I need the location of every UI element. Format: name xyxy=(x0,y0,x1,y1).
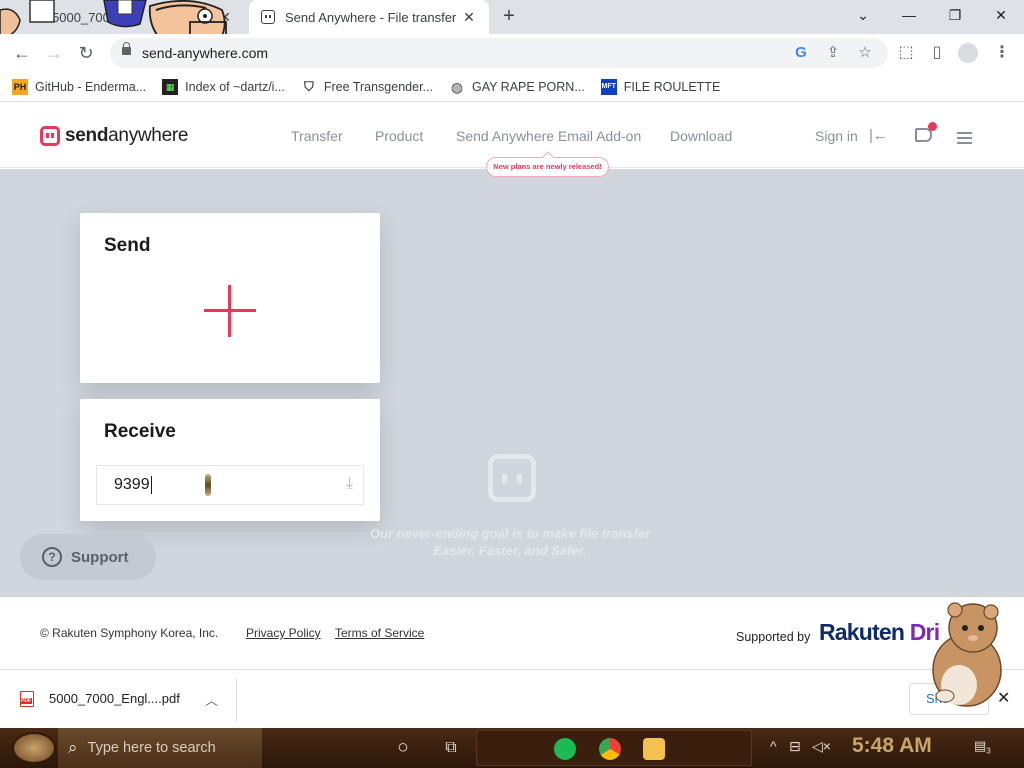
mouse-cursor-icon xyxy=(205,474,211,496)
search-placeholder: Type here to search xyxy=(87,740,216,756)
bookmark-item[interactable]: ◍ GAY RAPE PORN... xyxy=(449,79,585,95)
sign-in-icon[interactable]: |← xyxy=(869,127,888,144)
sign-in-link[interactable]: Sign in xyxy=(815,128,858,144)
reload-icon[interactable]: ↻ xyxy=(71,38,101,68)
receive-card: Receive 9399 ⤓ xyxy=(80,399,380,521)
nav-download[interactable]: Download xyxy=(670,128,732,144)
google-lens-icon[interactable]: G xyxy=(792,44,810,62)
bookmark-item[interactable]: ⛉ Free Transgender... xyxy=(301,79,433,95)
add-file-plus-icon[interactable] xyxy=(204,285,256,337)
sendanywhere-favicon-icon xyxy=(261,10,275,24)
nav-transfer[interactable]: Transfer xyxy=(291,128,343,144)
forward-icon[interactable]: → xyxy=(39,38,69,68)
tab-title: Send Anywhere - File transfer xyxy=(285,9,457,25)
tagline: Our never-ending goal is to make file tr… xyxy=(369,526,651,558)
file-explorer-icon[interactable] xyxy=(643,738,665,760)
lock-icon[interactable] xyxy=(122,42,131,55)
globe-icon: ◍ xyxy=(450,78,464,95)
bookmark-label: GAY RAPE PORN... xyxy=(471,79,585,94)
start-button[interactable] xyxy=(12,732,56,764)
send-card[interactable]: Send xyxy=(80,213,380,383)
mft-icon: MFT xyxy=(600,78,617,95)
taskbar-search[interactable]: ⌕ Type here to search xyxy=(58,728,262,768)
nav-product[interactable]: Product xyxy=(375,128,423,144)
volume-muted-icon[interactable]: ◁× xyxy=(812,738,831,755)
supported-by-text: Supported by xyxy=(736,630,811,644)
nav-email-addon[interactable]: Send Anywhere Email Add-on xyxy=(456,128,641,144)
tab-title: 5000_7000_ xyxy=(52,9,125,25)
tab-strip: 5000_7000_ ✕ Send Anywhere - File transf… xyxy=(0,0,1024,34)
browser-toolbar: ← → ↻ send-anywhere.com G ⇪ ☆ ⬚ ▯ ⋮ xyxy=(0,34,1024,72)
bookmark-star-icon[interactable]: ☆ xyxy=(856,44,874,62)
terms-of-service-link[interactable]: Terms of Service xyxy=(335,626,424,640)
network-icon[interactable]: ⊟ xyxy=(789,738,801,755)
search-icon: ⌕ xyxy=(68,738,78,757)
privacy-policy-link[interactable]: Privacy Policy xyxy=(246,626,321,640)
task-view-icon[interactable]: ⧉ xyxy=(439,736,463,760)
close-window-button[interactable]: ✕ xyxy=(978,0,1024,30)
tab-search-button[interactable]: ⌄ xyxy=(840,0,886,30)
notification-dot xyxy=(928,122,937,131)
support-button[interactable]: ? Support xyxy=(20,534,156,580)
divider xyxy=(236,678,237,722)
receive-key-input[interactable]: 9399 ⤓ xyxy=(96,465,364,505)
windows-taskbar: ⌕ Type here to search ○ ⧉ ^ ⊟ ◁× 5:48 AM… xyxy=(0,728,1024,768)
ph-icon: PH xyxy=(12,78,28,95)
more-menu-icon[interactable]: ⋮ xyxy=(991,42,1013,64)
cortana-icon[interactable]: ○ xyxy=(391,736,415,760)
receive-title: Receive xyxy=(104,421,176,442)
logo-text: sendanywhere xyxy=(65,125,189,146)
rakuten-drive-logo[interactable]: Rakuten Dri xyxy=(819,619,940,646)
close-icon[interactable]: ✕ xyxy=(997,688,1010,708)
sendanywhere-logo[interactable]: sendanywhere xyxy=(40,125,188,147)
extensions-icon[interactable]: ⬚ xyxy=(895,42,917,64)
notifications-icon[interactable]: ▤3 xyxy=(974,738,991,756)
dartz-icon: ▦ xyxy=(162,78,179,95)
bookmark-item[interactable]: PH GitHub - Enderma... xyxy=(12,78,147,95)
copyright-text: © Rakuten Symphony Korea, Inc. xyxy=(40,626,219,640)
bookmark-item[interactable]: MFT FILE ROULETTE xyxy=(600,78,721,95)
hamburger-menu-icon[interactable] xyxy=(957,132,972,144)
address-bar[interactable]: send-anywhere.com G ⇪ ☆ xyxy=(110,38,888,68)
close-icon[interactable]: ✕ xyxy=(459,9,479,26)
share-icon[interactable]: ⇪ xyxy=(824,44,842,62)
bookmark-item[interactable]: ▦ Index of ~dartz/i... xyxy=(162,78,285,95)
chrome-icon[interactable] xyxy=(599,738,621,760)
pdf-file-icon xyxy=(20,691,34,707)
send-title: Send xyxy=(104,235,151,256)
main-area: Send Receive 9399 ⤓ Our never-ending goa… xyxy=(0,169,1024,597)
bookmark-label: FILE ROULETTE xyxy=(623,79,721,94)
chevron-up-icon[interactable]: ︿ xyxy=(205,690,218,709)
clock[interactable]: 5:48 AM xyxy=(852,734,932,758)
side-panel-icon[interactable]: ▯ xyxy=(926,42,948,64)
close-icon[interactable]: ✕ xyxy=(215,9,235,26)
download-filename[interactable]: 5000_7000_Engl....pdf xyxy=(49,691,180,706)
back-icon[interactable]: ← xyxy=(7,38,37,68)
bookmarks-bar: PH GitHub - Enderma... ▦ Index of ~dartz… xyxy=(0,72,1024,102)
new-plans-badge[interactable]: New plans are newly released! xyxy=(486,157,609,177)
new-tab-button[interactable]: + xyxy=(498,5,520,27)
support-label: Support xyxy=(71,548,129,566)
minimize-button[interactable]: — xyxy=(886,0,932,30)
profile-avatar-icon[interactable] xyxy=(958,43,978,63)
sendanywhere-logo-icon xyxy=(40,126,60,146)
taskbar-apps xyxy=(476,730,752,766)
show-all-button[interactable]: Sho xyxy=(909,683,989,715)
tab-send-anywhere[interactable]: Send Anywhere - File transfer ✕ xyxy=(249,0,489,34)
download-shelf: 5000_7000_Engl....pdf ︿ Sho ✕ xyxy=(0,669,1024,728)
bookmark-label: GitHub - Enderma... xyxy=(35,79,147,94)
spotify-icon[interactable] xyxy=(554,738,576,760)
bookmark-label: Index of ~dartz/i... xyxy=(185,79,285,94)
url-text[interactable]: send-anywhere.com xyxy=(142,45,268,61)
bookmark-label: Free Transgender... xyxy=(323,79,433,94)
key-value[interactable]: 9399 xyxy=(114,476,152,494)
restore-button[interactable]: ❐ xyxy=(932,0,978,30)
tab-pdf[interactable]: 5000_7000_ ✕ xyxy=(0,0,245,34)
shield-icon: ⛉ xyxy=(303,78,314,94)
chevron-up-icon[interactable]: ^ xyxy=(770,738,777,754)
download-icon[interactable]: ⤓ xyxy=(346,475,353,493)
site-footer: © Rakuten Symphony Korea, Inc. Privacy P… xyxy=(0,597,1024,669)
question-icon: ? xyxy=(42,547,62,567)
background-logo-icon xyxy=(488,454,536,502)
